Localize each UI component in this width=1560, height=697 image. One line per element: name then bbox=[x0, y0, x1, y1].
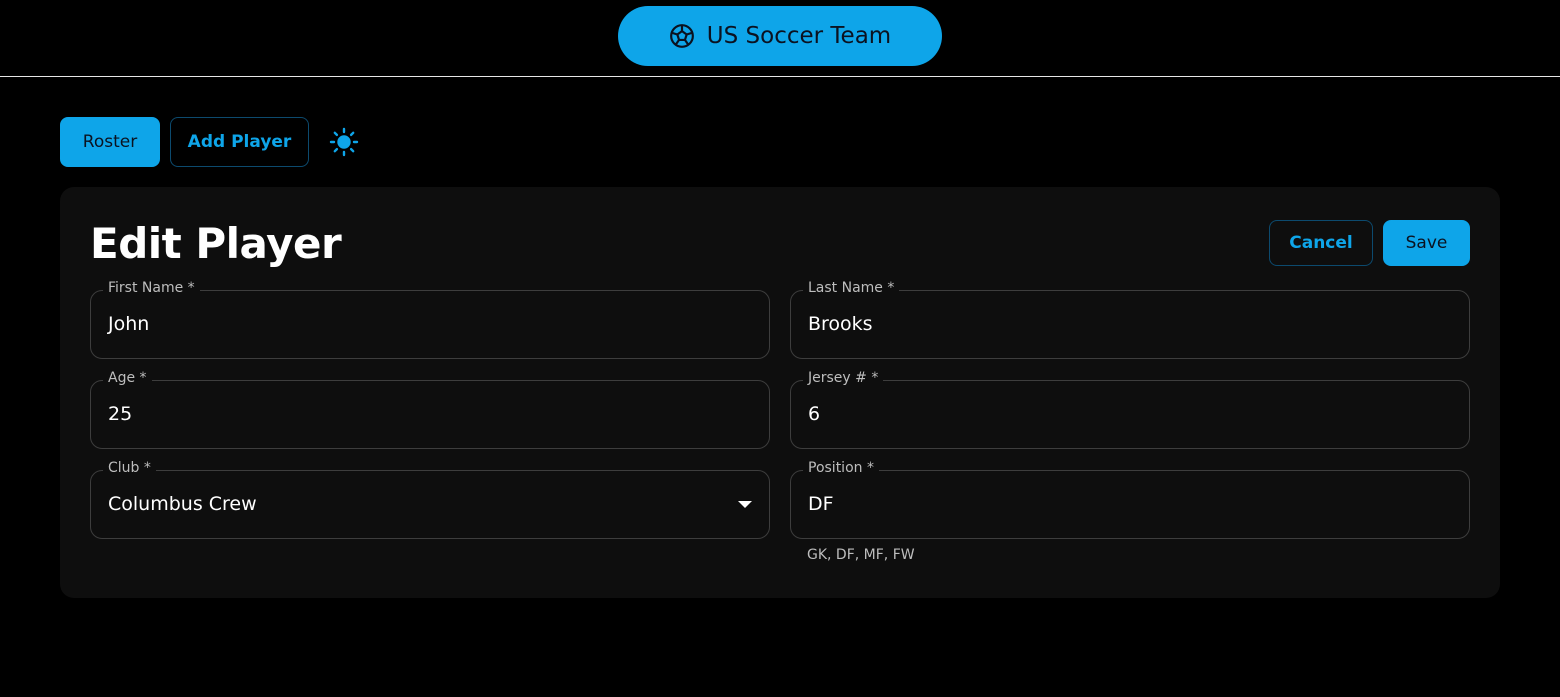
roster-button[interactable]: Roster bbox=[60, 117, 160, 167]
first-name-value: John bbox=[108, 313, 150, 335]
age-label: Age * bbox=[103, 370, 152, 386]
brand-home-button[interactable]: US Soccer Team bbox=[618, 6, 942, 66]
jersey-number-label: Jersey # * bbox=[803, 370, 884, 386]
club-label: Club * bbox=[103, 460, 156, 476]
theme-toggle-button[interactable] bbox=[319, 117, 369, 167]
position-value: DF bbox=[808, 493, 834, 515]
jersey-number-value: 6 bbox=[808, 403, 821, 425]
page-title: Edit Player bbox=[90, 219, 342, 268]
club-select[interactable]: Club * Columbus Crew bbox=[90, 460, 770, 539]
soccer-ball-icon bbox=[669, 23, 695, 49]
position-label: Position * bbox=[803, 460, 879, 476]
form-actions: Cancel Save bbox=[1269, 220, 1470, 266]
age-value: 25 bbox=[108, 403, 133, 425]
position-field[interactable]: Position * DF bbox=[790, 460, 1470, 539]
first-name-label: First Name * bbox=[103, 280, 200, 296]
last-name-label: Last Name * bbox=[803, 280, 900, 296]
club-value: Columbus Crew bbox=[108, 493, 257, 515]
cancel-button[interactable]: Cancel bbox=[1269, 220, 1373, 266]
chevron-down-icon bbox=[738, 501, 752, 508]
jersey-number-field[interactable]: Jersey # * 6 bbox=[790, 370, 1470, 449]
save-button[interactable]: Save bbox=[1383, 220, 1470, 266]
age-field[interactable]: Age * 25 bbox=[90, 370, 770, 449]
last-name-field[interactable]: Last Name * Brooks bbox=[790, 280, 1470, 359]
app-header: US Soccer Team bbox=[0, 0, 1560, 77]
position-helper-text: GK, DF, MF, FW bbox=[807, 547, 915, 563]
last-name-value: Brooks bbox=[808, 313, 873, 335]
add-player-button[interactable]: Add Player bbox=[170, 117, 309, 167]
first-name-field[interactable]: First Name * John bbox=[90, 280, 770, 359]
sun-icon bbox=[329, 127, 359, 157]
edit-player-card: Edit Player Cancel Save First Name * Joh… bbox=[60, 187, 1500, 598]
brand-title: US Soccer Team bbox=[706, 23, 892, 49]
top-nav: Roster Add Player bbox=[60, 117, 369, 167]
